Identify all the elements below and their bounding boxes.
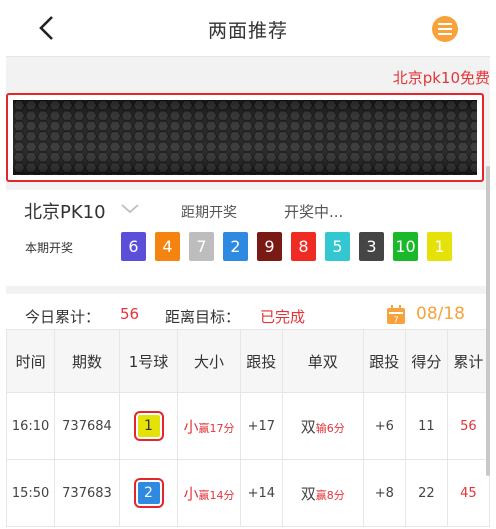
menu-icon <box>438 23 452 35</box>
score-cell: 22 <box>418 485 435 501</box>
page-title: 两面推荐 <box>207 20 288 42</box>
total-cell: 56 <box>460 418 477 434</box>
recommend-table: 时间 期数 1号球 大小 跟投 单双 跟投 得分 累计 16:10 737684 1 小赢17分 +17… <box>6 329 490 527</box>
draw-ball: 5 <box>325 232 350 261</box>
top-bar: 两面推荐 <box>6 0 490 57</box>
lottery-info: 北京PK10 距期开奖 开奖中... 本期开奖 6 4 7 2 9 8 5 3 10 1 <box>6 190 490 286</box>
issue-cell: 737684 <box>62 418 112 434</box>
follow-cell: +8 <box>374 485 394 501</box>
score-cell: 11 <box>418 418 435 434</box>
parity-cell: 双 <box>300 417 316 436</box>
draw-ball: 6 <box>121 232 146 261</box>
draw-status: 开奖中... <box>284 203 344 221</box>
draw-ball: 9 <box>257 232 282 261</box>
target-label: 距离目标： <box>165 308 241 326</box>
column-header: 得分 <box>404 329 448 393</box>
today-total-value: 56 <box>120 305 140 323</box>
draw-ball: 3 <box>359 232 384 261</box>
size-note: 赢17分 <box>198 421 235 435</box>
follow-cell: +6 <box>374 418 394 434</box>
distance-label: 距期开奖 <box>181 205 237 221</box>
column-header: 1号球 <box>118 329 179 393</box>
chevron-down-icon[interactable] <box>121 203 139 215</box>
column-header: 大小 <box>177 329 241 393</box>
honeycomb-pattern <box>13 100 477 175</box>
table-row[interactable]: 16:10 737684 1 小赢17分 +17 双输6分 +6 11 56 <box>6 392 490 460</box>
column-header: 期数 <box>54 329 120 393</box>
svg-text:7: 7 <box>393 316 398 325</box>
app-screen: 两面推荐 北京pk10免费 北京PK10 距期开奖 开奖中... 本期开奖 6 … <box>6 0 490 529</box>
date-selector[interactable]: 08/18 <box>416 304 465 324</box>
size-cell: 小 <box>183 484 199 503</box>
marquee-text: 北京pk10免费 <box>392 69 490 87</box>
draw-ball: 4 <box>155 232 180 261</box>
banner-image[interactable] <box>6 93 484 182</box>
table-header-row: 时间 期数 1号球 大小 跟投 单双 跟投 得分 累计 <box>6 329 490 393</box>
draw-ball: 2 <box>223 232 248 261</box>
column-header: 时间 <box>6 329 56 393</box>
time-cell: 15:50 <box>11 485 50 501</box>
size-cell: 小 <box>183 417 199 436</box>
follow-cell: +17 <box>247 418 275 434</box>
scroll-thumb[interactable] <box>486 166 490 476</box>
draw-ball: 8 <box>291 232 316 261</box>
follow-cell: +14 <box>247 485 275 501</box>
menu-button[interactable] <box>432 16 458 42</box>
parity-note: 输6分 <box>315 421 345 435</box>
draw-balls: 6 4 7 2 9 8 5 3 10 1 <box>121 232 461 261</box>
issue-cell: 737683 <box>62 485 112 501</box>
lottery-name[interactable]: 北京PK10 <box>24 198 106 224</box>
current-draw-label: 本期开奖 <box>25 241 74 255</box>
banner-area: 北京pk10免费 <box>6 57 490 190</box>
target-value: 已完成 <box>260 308 306 326</box>
draw-ball: 10 <box>393 232 418 261</box>
column-header: 跟投 <box>362 329 406 393</box>
ball-number: 2 <box>133 478 164 508</box>
ball-number: 1 <box>133 411 164 441</box>
draw-ball: 1 <box>427 232 452 261</box>
divider <box>6 286 490 294</box>
size-note: 赢14分 <box>198 488 235 502</box>
column-header: 单双 <box>281 329 364 393</box>
draw-ball: 7 <box>189 232 214 261</box>
parity-note: 赢8分 <box>315 488 345 502</box>
column-header: 跟投 <box>239 329 283 393</box>
calendar-icon[interactable]: 7 <box>386 305 406 325</box>
time-cell: 16:10 <box>11 418 50 434</box>
parity-cell: 双 <box>300 484 316 503</box>
today-total-label: 今日累计： <box>25 308 101 326</box>
total-cell: 45 <box>460 485 477 501</box>
table-row[interactable]: 15:50 737683 2 小赢14分 +14 双赢8分 +8 22 45 <box>6 459 490 527</box>
scrollbar[interactable] <box>484 56 490 529</box>
